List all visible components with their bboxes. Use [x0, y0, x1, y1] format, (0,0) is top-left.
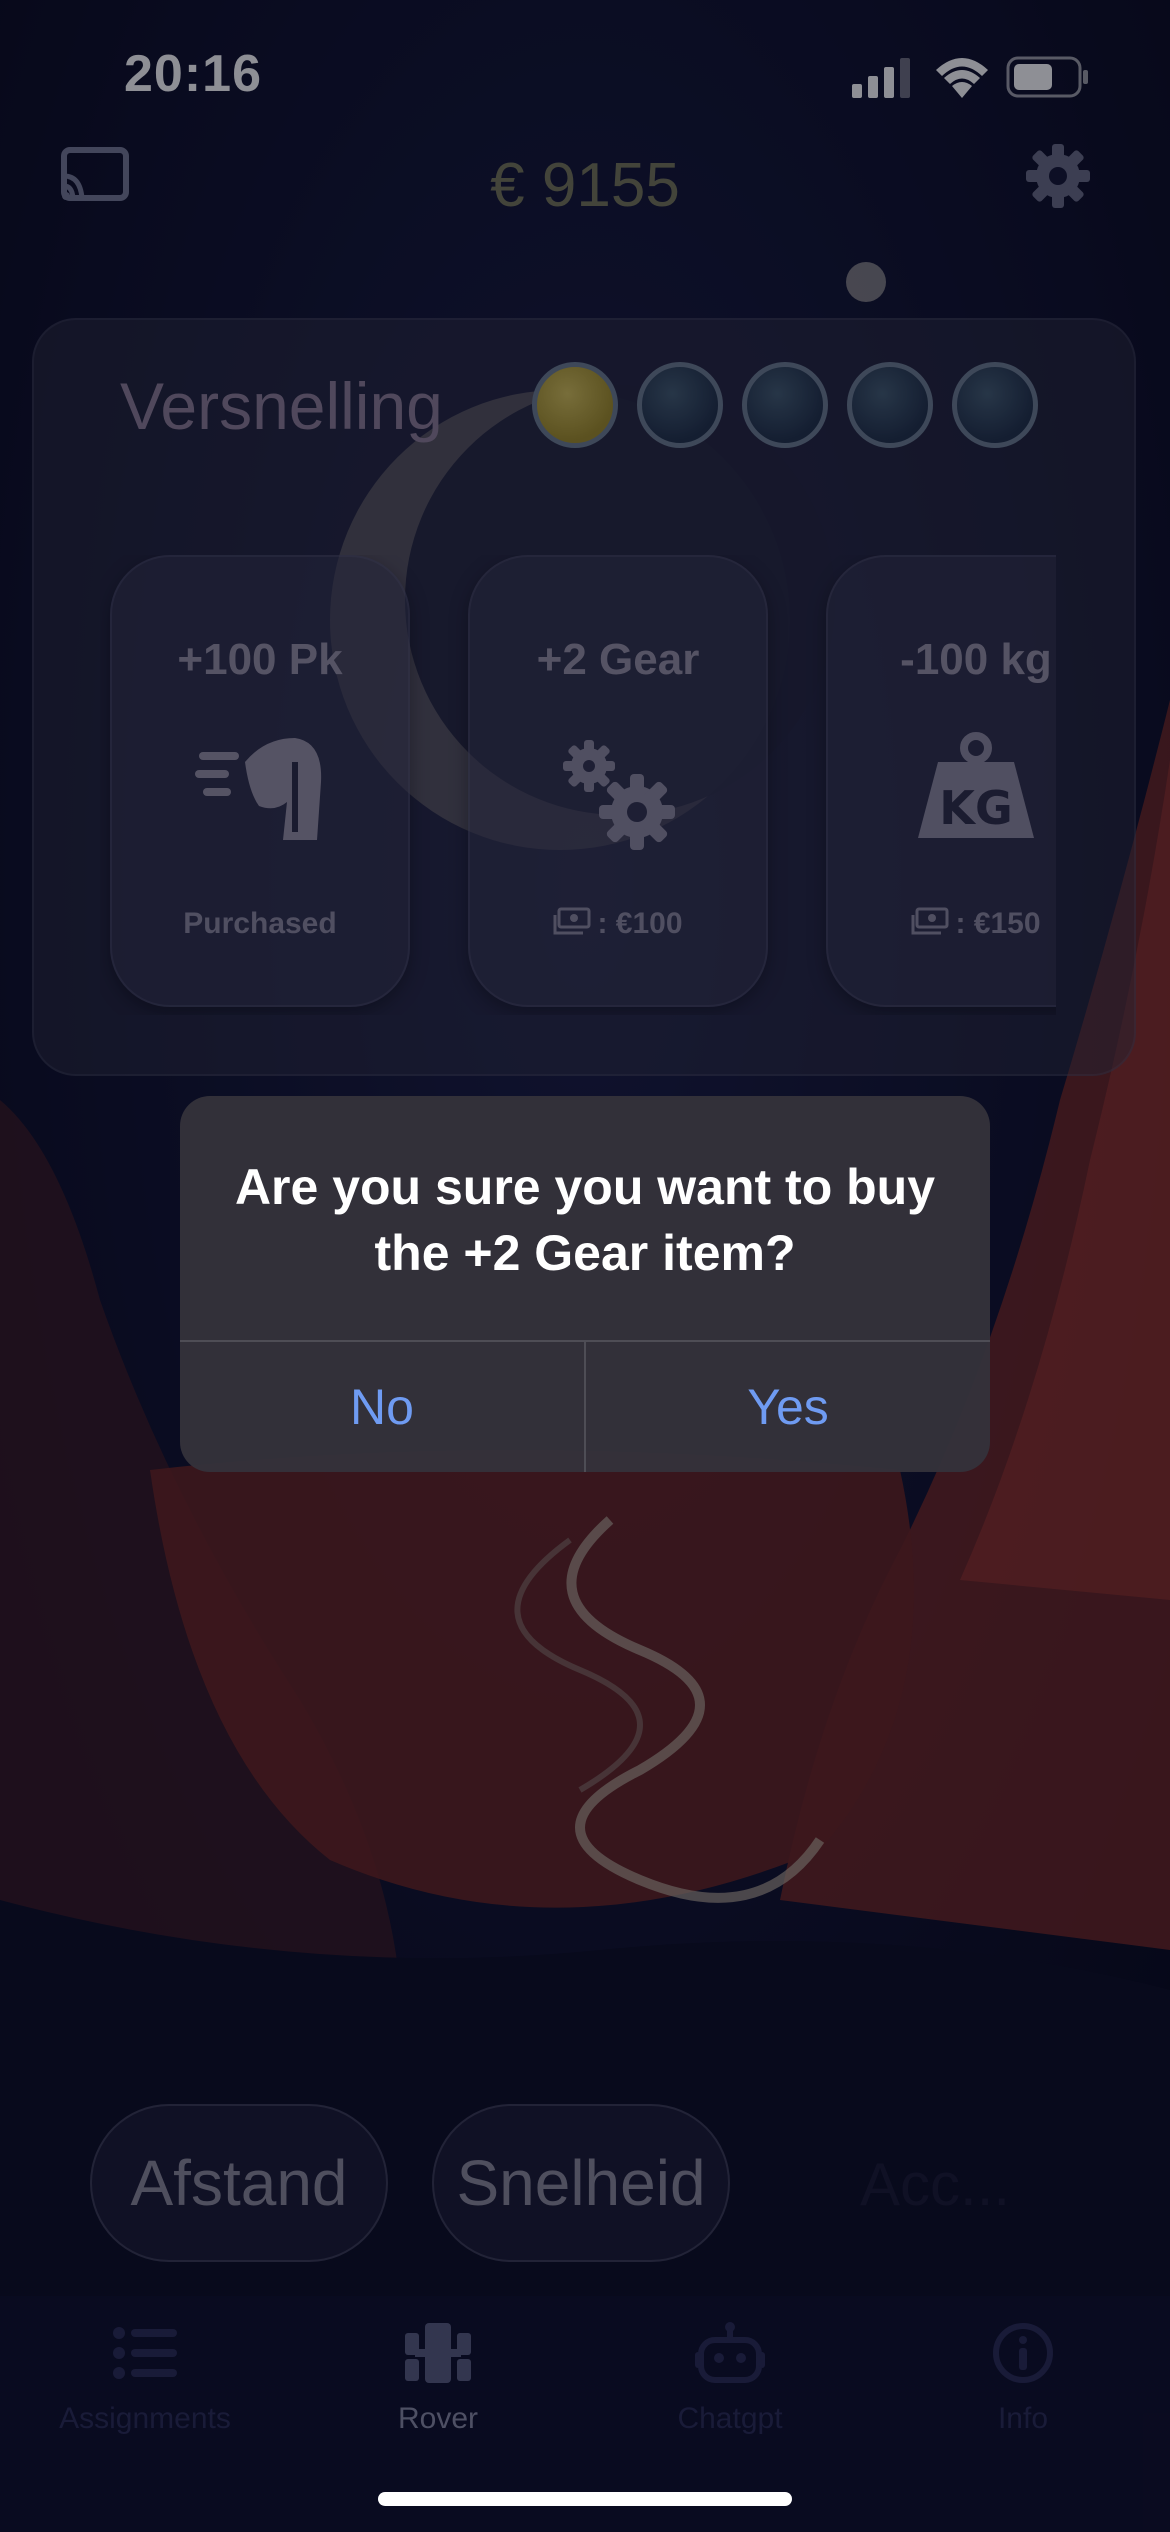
yes-button[interactable]: Yes: [586, 1342, 990, 1472]
confirm-purchase-dialog: Are you sure you want to buy the +2 Gear…: [180, 1096, 990, 1472]
no-button[interactable]: No: [180, 1342, 584, 1472]
home-indicator[interactable]: [378, 2492, 792, 2506]
dialog-message: Are you sure you want to buy the +2 Gear…: [234, 1159, 936, 1281]
